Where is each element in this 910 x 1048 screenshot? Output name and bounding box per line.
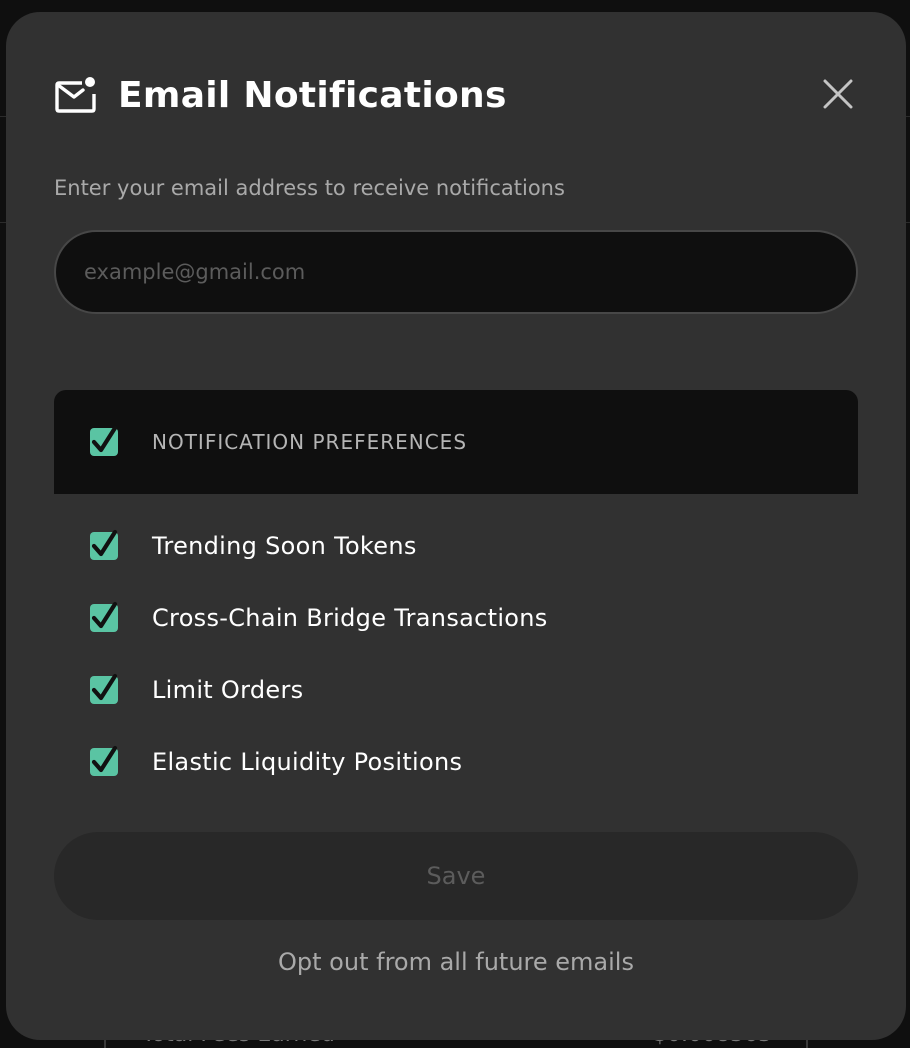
checkmark-icon: [91, 601, 118, 629]
preferences-label: NOTIFICATION PREFERENCES: [152, 430, 468, 454]
email-notifications-modal: Email Notifications Enter your email add…: [6, 12, 906, 1040]
option-limit-orders[interactable]: Limit Orders: [90, 670, 303, 710]
checkmark-icon: [91, 745, 118, 773]
email-input[interactable]: [54, 230, 858, 314]
save-button[interactable]: Save: [54, 832, 858, 920]
modal-title: Email Notifications: [118, 75, 507, 116]
checkmark-icon: [91, 529, 118, 557]
option-label: Elastic Liquidity Positions: [152, 748, 463, 776]
option-checkbox[interactable]: [90, 673, 118, 704]
option-trending-soon-tokens[interactable]: Trending Soon Tokens: [90, 526, 417, 566]
mail-notification-icon: [54, 76, 98, 116]
option-cross-chain-bridge-transactions[interactable]: Cross-Chain Bridge Transactions: [90, 598, 548, 638]
option-checkbox[interactable]: [90, 529, 118, 560]
opt-out-link[interactable]: Opt out from all future emails: [6, 948, 906, 976]
modal-header: Email Notifications: [54, 76, 507, 116]
option-checkbox[interactable]: [90, 601, 118, 632]
select-all-checkbox[interactable]: [90, 425, 118, 456]
option-elastic-liquidity-positions[interactable]: Elastic Liquidity Positions: [90, 742, 462, 782]
option-label: Limit Orders: [152, 676, 304, 704]
close-icon: [823, 79, 853, 109]
email-prompt-text: Enter your email address to receive noti…: [54, 176, 565, 200]
option-label: Trending Soon Tokens: [152, 532, 417, 560]
option-checkbox[interactable]: [90, 745, 118, 776]
option-label: Cross-Chain Bridge Transactions: [152, 604, 548, 632]
checkmark-icon: [91, 673, 118, 701]
checkmark-icon: [91, 425, 118, 453]
notification-preferences-header: NOTIFICATION PREFERENCES: [54, 390, 858, 494]
close-button[interactable]: [822, 78, 854, 110]
